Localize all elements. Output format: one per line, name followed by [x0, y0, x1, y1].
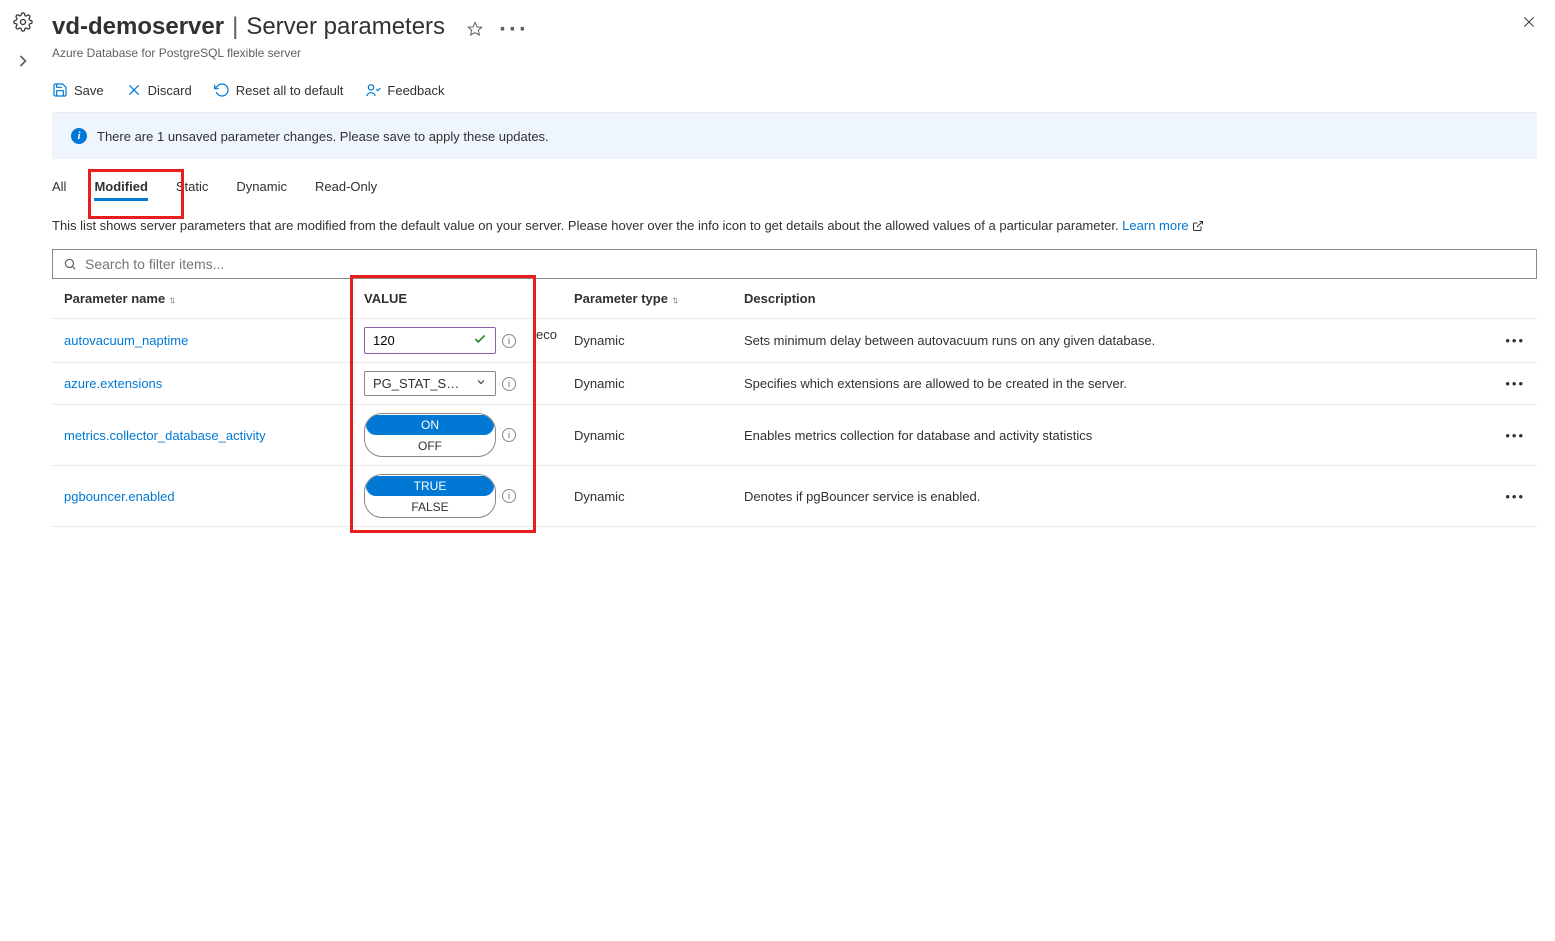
param-type: Dynamic	[562, 466, 732, 527]
value-text-input[interactable]	[373, 333, 453, 348]
gear-icon	[13, 12, 33, 35]
tab-all[interactable]: All	[52, 179, 66, 201]
info-icon[interactable]: i	[502, 428, 516, 442]
param-link[interactable]: metrics.collector_database_activity	[64, 428, 266, 443]
param-type: Dynamic	[562, 319, 732, 363]
param-desc: Enables metrics collection for database …	[732, 405, 1487, 466]
chevron-down-icon	[475, 376, 487, 391]
discard-button[interactable]: Discard	[126, 82, 192, 98]
close-icon[interactable]	[1521, 14, 1537, 33]
row-more-icon[interactable]: •••	[1487, 319, 1537, 363]
row-more-icon[interactable]: •••	[1487, 466, 1537, 527]
col-parameter-type[interactable]: Parameter type ↑↓	[562, 279, 732, 319]
tab-dynamic[interactable]: Dynamic	[236, 179, 287, 201]
learn-more-link[interactable]: Learn more	[1122, 218, 1204, 233]
search-input[interactable]	[85, 256, 1526, 272]
param-type: Dynamic	[562, 405, 732, 466]
more-icon[interactable]: ···	[499, 16, 529, 44]
tab-static[interactable]: Static	[176, 179, 209, 201]
tab-modified[interactable]: Modified	[94, 179, 147, 201]
check-icon	[473, 332, 487, 349]
value-select[interactable]: PG_STAT_S…	[364, 371, 496, 396]
row-more-icon[interactable]: •••	[1487, 363, 1537, 405]
page-section: Server parameters	[246, 13, 445, 41]
param-desc: Sets minimum delay between autovacuum ru…	[732, 319, 1487, 363]
table-row: autovacuum_naptime i	[52, 319, 1537, 363]
command-bar: Save Discard Reset all to default Feedba…	[52, 66, 1537, 113]
tabs: All Modified Static Dynamic Read-Only	[52, 159, 1537, 211]
param-type: Dynamic	[562, 363, 732, 405]
info-icon[interactable]: i	[502, 334, 516, 348]
search-box[interactable]	[52, 249, 1537, 279]
truncated-text-overlay: eco	[536, 327, 557, 342]
param-link[interactable]: autovacuum_naptime	[64, 333, 188, 348]
table-row: metrics.collector_database_activity ON O…	[52, 405, 1537, 466]
col-value[interactable]: VALUE	[352, 279, 562, 319]
unsaved-changes-banner: i There are 1 unsaved parameter changes.…	[52, 113, 1537, 159]
row-more-icon[interactable]: •••	[1487, 405, 1537, 466]
col-parameter-name[interactable]: Parameter name ↑↓	[52, 279, 352, 319]
info-icon: i	[71, 128, 87, 144]
page-title: vd-demoserver | Server parameters ···	[52, 10, 1537, 44]
search-icon	[63, 257, 77, 271]
page-subtitle: Azure Database for PostgreSQL flexible s…	[52, 46, 1537, 60]
table-row: pgbouncer.enabled TRUE FALSE i Dynamic	[52, 466, 1537, 527]
col-description[interactable]: Description	[732, 279, 1487, 319]
param-desc: Specifies which extensions are allowed t…	[732, 363, 1487, 405]
tab-readonly[interactable]: Read-Only	[315, 179, 377, 201]
chevron-right-icon[interactable]	[13, 51, 33, 74]
save-button[interactable]: Save	[52, 82, 104, 98]
value-toggle[interactable]: TRUE FALSE	[364, 474, 496, 518]
reset-button[interactable]: Reset all to default	[214, 82, 344, 98]
param-link[interactable]: azure.extensions	[64, 376, 162, 391]
feedback-button[interactable]: Feedback	[365, 82, 444, 98]
banner-text: There are 1 unsaved parameter changes. P…	[97, 129, 549, 144]
resource-name: vd-demoserver	[52, 13, 224, 41]
parameters-table: Parameter name ↑↓ VALUE Parameter type ↑…	[52, 279, 1537, 527]
value-toggle[interactable]: ON OFF	[364, 413, 496, 457]
value-input[interactable]	[364, 327, 496, 354]
param-link[interactable]: pgbouncer.enabled	[64, 489, 175, 504]
table-row: azure.extensions PG_STAT_S… i	[52, 363, 1537, 405]
info-icon[interactable]: i	[502, 489, 516, 503]
star-icon[interactable]	[467, 16, 483, 44]
param-desc: Denotes if pgBouncer service is enabled.	[732, 466, 1487, 527]
tab-description: This list shows server parameters that a…	[52, 217, 1537, 235]
info-icon[interactable]: i	[502, 377, 516, 391]
